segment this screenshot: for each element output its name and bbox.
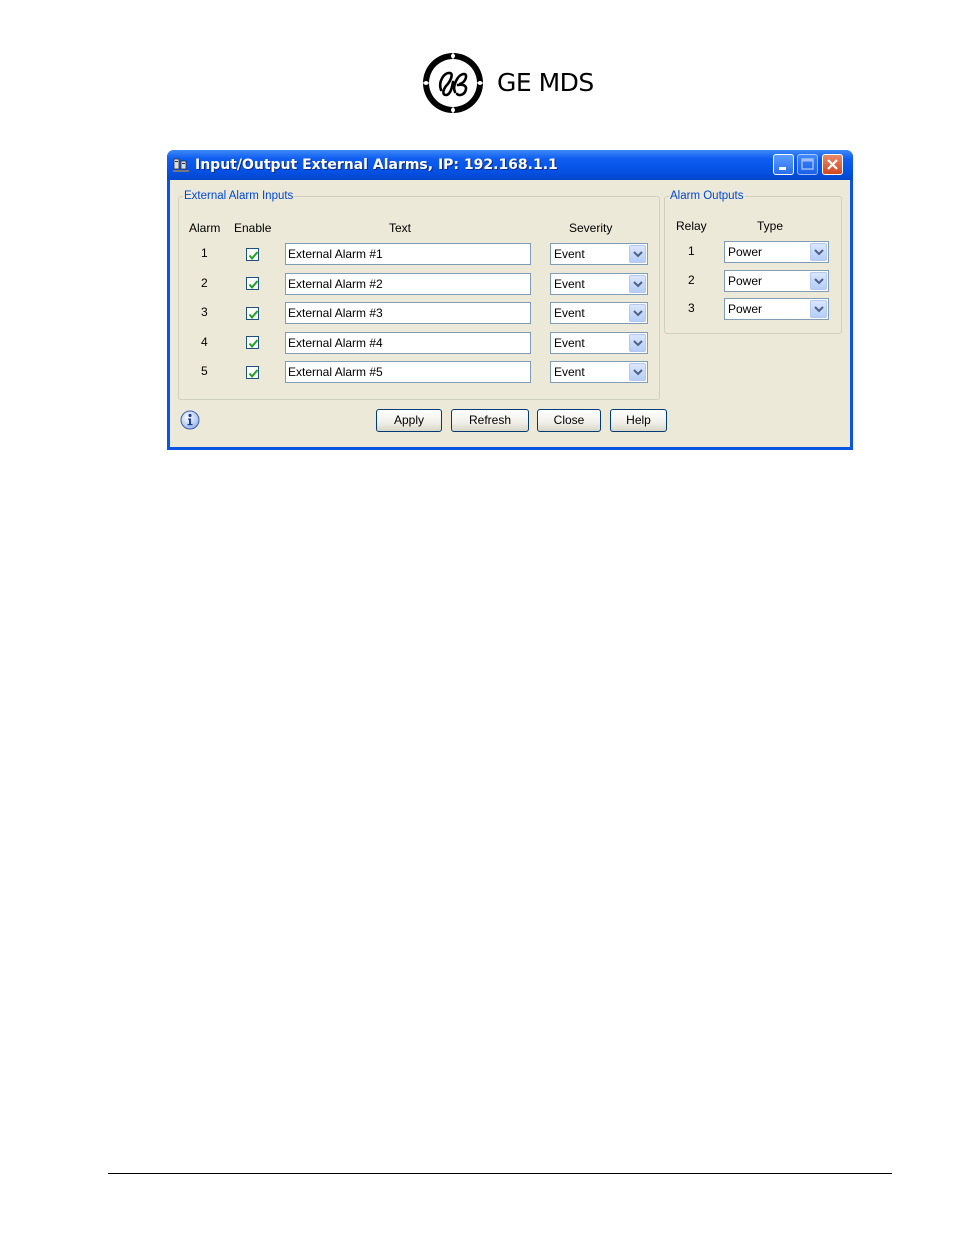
help-button[interactable]: Help	[610, 409, 667, 432]
refresh-button[interactable]: Refresh	[451, 409, 529, 432]
title-bar[interactable]: Input/Output External Alarms, IP: 192.16…	[167, 150, 853, 180]
severity-select[interactable]: Event	[550, 273, 648, 295]
col-header-enable: Enable	[234, 221, 272, 235]
relay-number: 2	[688, 273, 695, 287]
checkmark-icon	[248, 339, 259, 349]
info-icon[interactable]	[180, 410, 200, 430]
chevron-down-icon	[814, 306, 824, 313]
col-header-alarm: Alarm	[189, 221, 221, 235]
severity-value: Event	[554, 306, 585, 320]
dropdown-arrow[interactable]	[629, 363, 646, 381]
alarm-text-field[interactable]: External Alarm #4	[285, 332, 531, 354]
chevron-down-icon	[633, 369, 643, 376]
chevron-down-icon	[633, 251, 643, 258]
col-header-severity: Severity	[569, 221, 613, 235]
inputs-group-legend: External Alarm Inputs	[184, 190, 294, 202]
alarm-number: 4	[201, 335, 208, 349]
dialog-window: Input/Output External Alarms, IP: 192.16…	[167, 150, 853, 450]
alarm-text-field[interactable]: External Alarm #1	[285, 243, 531, 265]
col-header-relay: Relay	[676, 219, 707, 233]
window-title: Input/Output External Alarms, IP: 192.16…	[195, 157, 558, 173]
minimize-button[interactable]	[773, 154, 794, 175]
severity-select[interactable]: Event	[550, 361, 648, 383]
chevron-down-icon	[633, 281, 643, 288]
relay-type-select[interactable]: Power	[724, 241, 829, 263]
severity-value: Event	[554, 277, 585, 291]
close-window-button[interactable]	[822, 154, 843, 175]
alarm-text-field[interactable]: External Alarm #2	[285, 273, 531, 295]
enable-checkbox[interactable]	[246, 307, 259, 320]
dialog-client-area: External Alarm Inputs Alarm Enable Text …	[170, 180, 850, 447]
ge-monogram-logo	[423, 53, 483, 113]
alarm-number: 1	[201, 246, 208, 260]
chevron-down-icon	[633, 340, 643, 347]
dropdown-arrow[interactable]	[629, 245, 646, 263]
dropdown-arrow[interactable]	[629, 304, 646, 322]
outputs-group-legend: Alarm Outputs	[670, 190, 744, 202]
maximize-button[interactable]	[797, 154, 818, 175]
severity-select[interactable]: Event	[550, 302, 648, 324]
enable-checkbox[interactable]	[246, 277, 259, 290]
relay-number: 1	[688, 244, 695, 258]
close-button[interactable]: Close	[537, 409, 601, 432]
checkmark-icon	[248, 369, 259, 379]
col-header-type: Type	[757, 219, 784, 233]
relay-type-value: Power	[728, 274, 763, 288]
network-app-icon	[173, 158, 189, 172]
relay-type-select[interactable]: Power	[724, 298, 829, 320]
maximize-icon	[801, 158, 814, 170]
chevron-down-icon	[814, 249, 824, 256]
severity-value: Event	[554, 365, 585, 379]
severity-value: Event	[554, 336, 585, 350]
col-header-text: Text	[389, 221, 412, 235]
alarm-text-field[interactable]: External Alarm #3	[285, 302, 531, 324]
header-logo: GE MDS	[422, 52, 602, 116]
enable-checkbox[interactable]	[246, 366, 259, 379]
checkmark-icon	[248, 280, 259, 290]
severity-select[interactable]: Event	[550, 243, 648, 265]
severity-select[interactable]: Event	[550, 332, 648, 354]
dropdown-arrow[interactable]	[810, 300, 827, 318]
close-icon	[827, 159, 838, 170]
dropdown-arrow[interactable]	[810, 272, 827, 290]
relay-type-value: Power	[728, 302, 763, 316]
alarm-text-field[interactable]: External Alarm #5	[285, 361, 531, 383]
dropdown-arrow[interactable]	[629, 275, 646, 293]
footer-rule	[108, 1173, 892, 1174]
dropdown-arrow[interactable]	[629, 334, 646, 352]
relay-type-value: Power	[728, 245, 763, 259]
apply-button[interactable]: Apply	[376, 409, 442, 432]
chevron-down-icon	[633, 310, 643, 317]
alarm-number: 5	[201, 364, 208, 378]
alarm-number: 2	[201, 276, 208, 290]
checkmark-icon	[248, 251, 259, 261]
enable-checkbox[interactable]	[246, 248, 259, 261]
checkmark-icon	[248, 310, 259, 320]
relay-number: 3	[688, 301, 695, 315]
alarm-number: 3	[201, 305, 208, 319]
brand-name: GE MDS	[497, 68, 594, 97]
severity-value: Event	[554, 247, 585, 261]
dropdown-arrow[interactable]	[810, 243, 827, 261]
relay-type-select[interactable]: Power	[724, 270, 829, 292]
chevron-down-icon	[814, 278, 824, 285]
enable-checkbox[interactable]	[246, 336, 259, 349]
minimize-icon	[779, 167, 786, 170]
